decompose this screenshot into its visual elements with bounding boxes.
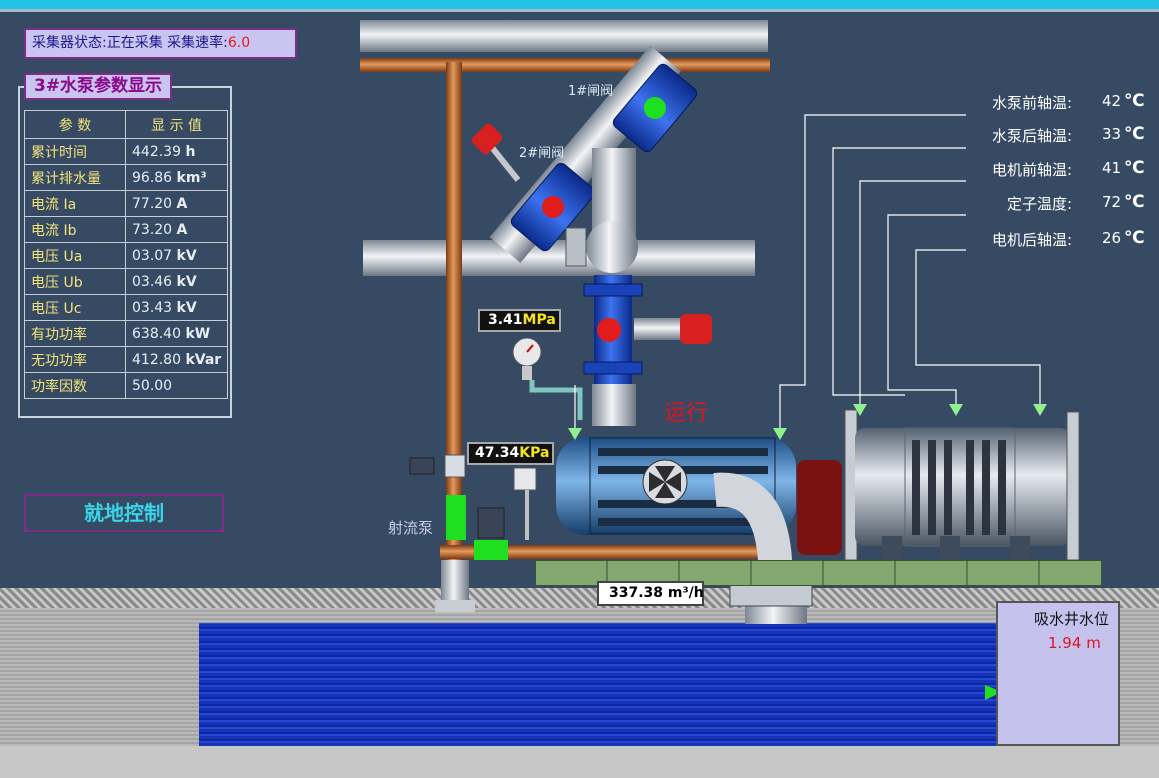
temperature-value: 42 — [1102, 92, 1122, 110]
temperature-unit: ℃ — [1124, 91, 1145, 111]
valve-handwheel — [680, 314, 712, 344]
vertical-copper-pipe — [446, 62, 462, 562]
pump-station-diagram — [360, 20, 1080, 744]
valve-1 — [612, 63, 698, 153]
top-copper-pipe — [360, 58, 770, 72]
jet-valve-actuator — [477, 507, 505, 539]
well-level-value: 1.94 m — [1048, 634, 1101, 652]
well-title: 吸水井水位 — [1034, 610, 1110, 628]
temperature-value: 26 — [1102, 229, 1122, 247]
gauge-line — [529, 380, 583, 420]
flow-value: 337.38 — [609, 585, 664, 601]
temperature-unit: ℃ — [1124, 158, 1145, 178]
outlet-pressure-unit: MPa — [522, 312, 556, 328]
jet-pump-valve — [474, 540, 508, 560]
outlet-pressure-value: 3.41 — [488, 312, 523, 328]
temperature-unit: ℃ — [1124, 192, 1145, 212]
main-pipe-lower — [592, 384, 636, 426]
flow-unit: m³/h — [667, 585, 704, 601]
inlet-pressure-readout: 47.34KPa — [467, 442, 554, 465]
outlet-pressure-readout: 3.41MPa — [478, 309, 561, 332]
valve-1-label: 1#闸阀 — [568, 84, 614, 99]
jet-pump-foot — [435, 600, 475, 612]
well-level-unit: m — [1086, 634, 1101, 652]
top-pipe — [360, 20, 768, 52]
temperature-label: 水泵前轴温: — [991, 94, 1072, 112]
motor-foot-3 — [1010, 536, 1030, 562]
jet-pump-label: 射流泵 — [388, 519, 434, 537]
coupling — [797, 460, 842, 555]
solenoid-valve — [409, 457, 435, 475]
motor-flange-right — [1066, 411, 1080, 561]
temperature-label: 水泵后轴温: — [991, 127, 1072, 145]
valve-stem — [634, 318, 684, 340]
well-level-number: 1.94 — [1048, 634, 1082, 652]
temperature-value: 72 — [1102, 193, 1122, 211]
pump-running-status: 运行 — [664, 401, 709, 426]
check-valve-indicator — [597, 318, 621, 342]
inlet-pressure-value: 47.34 — [475, 445, 520, 461]
inlet-pressure-unit: KPa — [519, 445, 550, 461]
valve-2-handle — [471, 123, 521, 182]
tee-fitting — [565, 227, 587, 267]
middle-pipe — [363, 240, 755, 276]
temperature-unit: ℃ — [1124, 124, 1145, 144]
motor-stripes — [904, 427, 1016, 547]
temperature-value: 41 — [1102, 159, 1122, 177]
temperature-value: 33 — [1102, 125, 1122, 143]
motor-foot-1 — [882, 536, 902, 562]
valve-2-label: 2#闸阀 — [519, 146, 565, 161]
motor-foot-2 — [940, 536, 960, 562]
pipe-tee — [586, 221, 638, 273]
temperature-label: 电机后轴温: — [991, 231, 1072, 249]
temperature-label: 电机前轴温: — [991, 161, 1072, 179]
vertical-pipe-tee — [444, 454, 466, 478]
gauge-stem — [522, 366, 532, 380]
valve-flange-top — [583, 283, 643, 297]
temperature-unit: ℃ — [1124, 228, 1145, 248]
flow-meter — [729, 583, 813, 607]
valve-flange-bottom — [583, 361, 643, 375]
temperature-label: 定子温度: — [1006, 195, 1072, 213]
jet-pump — [446, 495, 466, 540]
pressure-transmitter — [513, 467, 537, 491]
flow-readout: 337.38 m³/h — [597, 581, 704, 606]
